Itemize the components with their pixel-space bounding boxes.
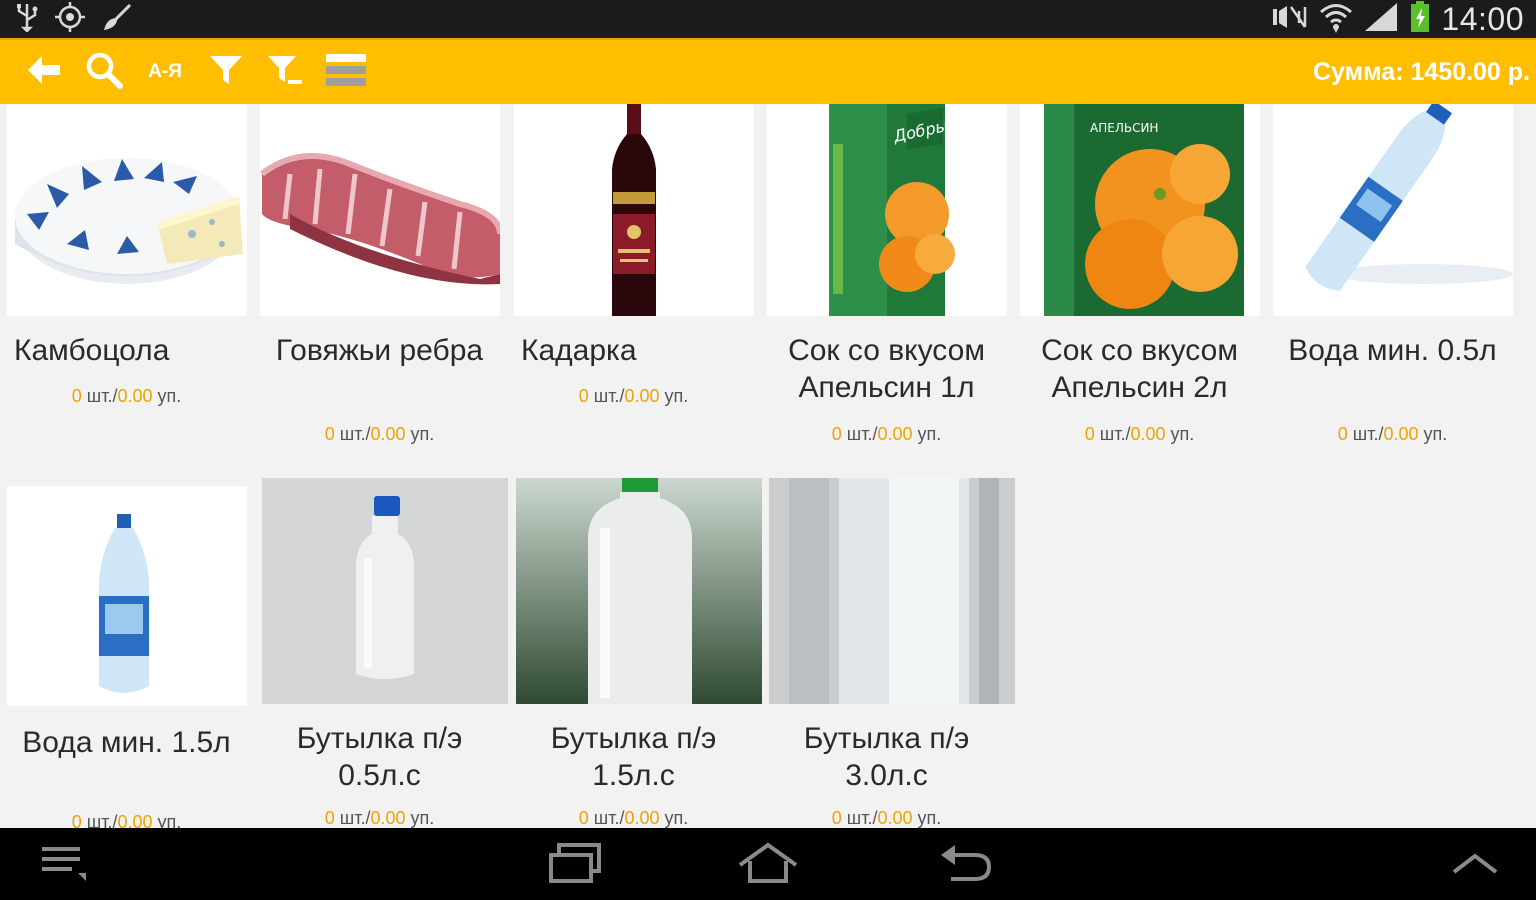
product-name: Сок со вкусом Апельсин 2л bbox=[1041, 334, 1238, 404]
back-icon bbox=[937, 843, 993, 887]
product-image-juice-1l: Добрый bbox=[767, 104, 1007, 316]
nav-back-button[interactable] bbox=[930, 840, 1000, 890]
product-name: Сок со вкусом Апельсин 1л bbox=[788, 334, 985, 404]
product-name: Бутылка п/э 0.5л.с bbox=[296, 722, 463, 792]
filter-clear-button[interactable] bbox=[256, 40, 316, 104]
product-qty: 0 шт./0.00 уп. bbox=[324, 424, 435, 444]
navigation-bar bbox=[0, 828, 1536, 900]
product-image-wine bbox=[514, 104, 754, 316]
product-qty: 0 шт./0.00 уп. bbox=[1337, 424, 1448, 444]
signal-icon bbox=[1363, 1, 1399, 37]
product-name: Бутылка п/э 3.0л.с bbox=[803, 722, 970, 792]
product-name: Говяжьи ребра bbox=[275, 334, 484, 367]
sort-az-label: А-Я bbox=[148, 61, 182, 82]
product-qty: 0 шт./0.00 уп. bbox=[831, 424, 942, 444]
action-bar: А-Я Сумма: 1450.00 р. bbox=[0, 38, 1536, 104]
product-name: Вода мин. 1.5л bbox=[22, 726, 231, 759]
menu-lines-icon bbox=[326, 52, 366, 92]
clock: 14:00 bbox=[1441, 0, 1524, 37]
product-name: Вода мин. 0.5л bbox=[1288, 334, 1497, 367]
product-card[interactable]: Вода мин. 1.5л 0 шт./0.00 уп. bbox=[0, 482, 253, 828]
product-image-cheese bbox=[7, 104, 247, 316]
product-image-bottle-30 bbox=[769, 478, 1015, 704]
product-image-bottle-15 bbox=[516, 478, 762, 704]
product-qty: 0 шт./0.00 уп. bbox=[831, 808, 942, 828]
status-bar: 14:00 bbox=[0, 0, 1536, 38]
mute-icon bbox=[1269, 3, 1309, 35]
product-qty: 0 шт./0.00 уп. bbox=[578, 386, 689, 406]
product-qty: 0 шт./0.00 уп. bbox=[1084, 424, 1195, 444]
product-card[interactable]: Бутылка п/э 1.5л.с 0 шт./0.00 уп. bbox=[507, 478, 762, 828]
product-card[interactable]: Вода мин. 0.5л 0 шт./0.00 уп. bbox=[1266, 104, 1519, 464]
product-qty: 0 шт./0.00 уп. bbox=[578, 808, 689, 828]
wifi-icon bbox=[1319, 1, 1353, 37]
filter-icon bbox=[208, 53, 244, 91]
product-name: Бутылка п/э 1.5л.с bbox=[550, 722, 717, 792]
product-card[interactable]: АПЕЛЬСИН Сок со вкусом Апельсин 2л 0 шт.… bbox=[1013, 104, 1266, 464]
chevron-up-icon bbox=[1450, 848, 1500, 882]
sort-az-button[interactable]: А-Я bbox=[134, 40, 196, 104]
product-card[interactable]: Кадарка 0 шт./0.00 уп. bbox=[507, 104, 760, 464]
search-button[interactable] bbox=[74, 40, 134, 104]
recent-apps-icon bbox=[547, 843, 603, 887]
product-card[interactable]: Бутылка п/э 3.0л.с 0 шт./0.00 уп. bbox=[760, 478, 1015, 828]
filter-button[interactable] bbox=[196, 40, 256, 104]
back-button[interactable] bbox=[14, 40, 74, 104]
product-name: Камбоцола bbox=[14, 334, 170, 367]
product-card[interactable]: Добрый Сок со вкусом Апельсин 1л 0 шт./0… bbox=[760, 104, 1013, 464]
nav-menu-button[interactable] bbox=[30, 840, 100, 890]
svg-text:АПЕЛЬСИН: АПЕЛЬСИН bbox=[1090, 121, 1158, 135]
product-card[interactable]: Камбоцола 0 шт./0.00 уп. bbox=[0, 104, 253, 464]
product-card[interactable]: Бутылка п/э 0.5л.с 0 шт./0.00 уп. bbox=[253, 478, 508, 828]
product-name: Кадарка bbox=[521, 334, 637, 367]
product-qty: 0 шт./0.00 уп. bbox=[71, 812, 182, 828]
back-arrow-icon bbox=[24, 53, 64, 91]
product-grid: Камбоцола 0 шт./0.00 уп. Говяжьи ребра 0… bbox=[0, 104, 1536, 828]
product-image-ribs bbox=[260, 104, 500, 316]
product-image-water-05 bbox=[1273, 104, 1513, 316]
broom-icon bbox=[100, 2, 134, 36]
home-icon bbox=[736, 841, 800, 889]
product-image-water-15 bbox=[7, 486, 247, 706]
product-image-juice-2l: АПЕЛЬСИН bbox=[1020, 104, 1260, 316]
order-sum: Сумма: 1450.00 р. bbox=[1313, 58, 1530, 86]
battery-icon bbox=[1409, 1, 1431, 37]
menu-lines-button[interactable] bbox=[316, 40, 376, 104]
product-card[interactable]: Говяжьи ребра 0 шт./0.00 уп. bbox=[253, 104, 506, 464]
nav-home-button[interactable] bbox=[733, 840, 803, 890]
product-image-bottle-05 bbox=[262, 478, 508, 704]
menu-icon bbox=[40, 843, 90, 887]
usb-icon bbox=[14, 2, 40, 36]
nav-up-button[interactable] bbox=[1440, 840, 1510, 890]
product-qty: 0 шт./0.00 уп. bbox=[71, 386, 182, 406]
gps-icon bbox=[54, 1, 86, 37]
filter-clear-icon bbox=[266, 53, 306, 91]
search-icon bbox=[84, 50, 124, 94]
product-qty: 0 шт./0.00 уп. bbox=[324, 808, 435, 828]
nav-recent-button[interactable] bbox=[540, 840, 610, 890]
